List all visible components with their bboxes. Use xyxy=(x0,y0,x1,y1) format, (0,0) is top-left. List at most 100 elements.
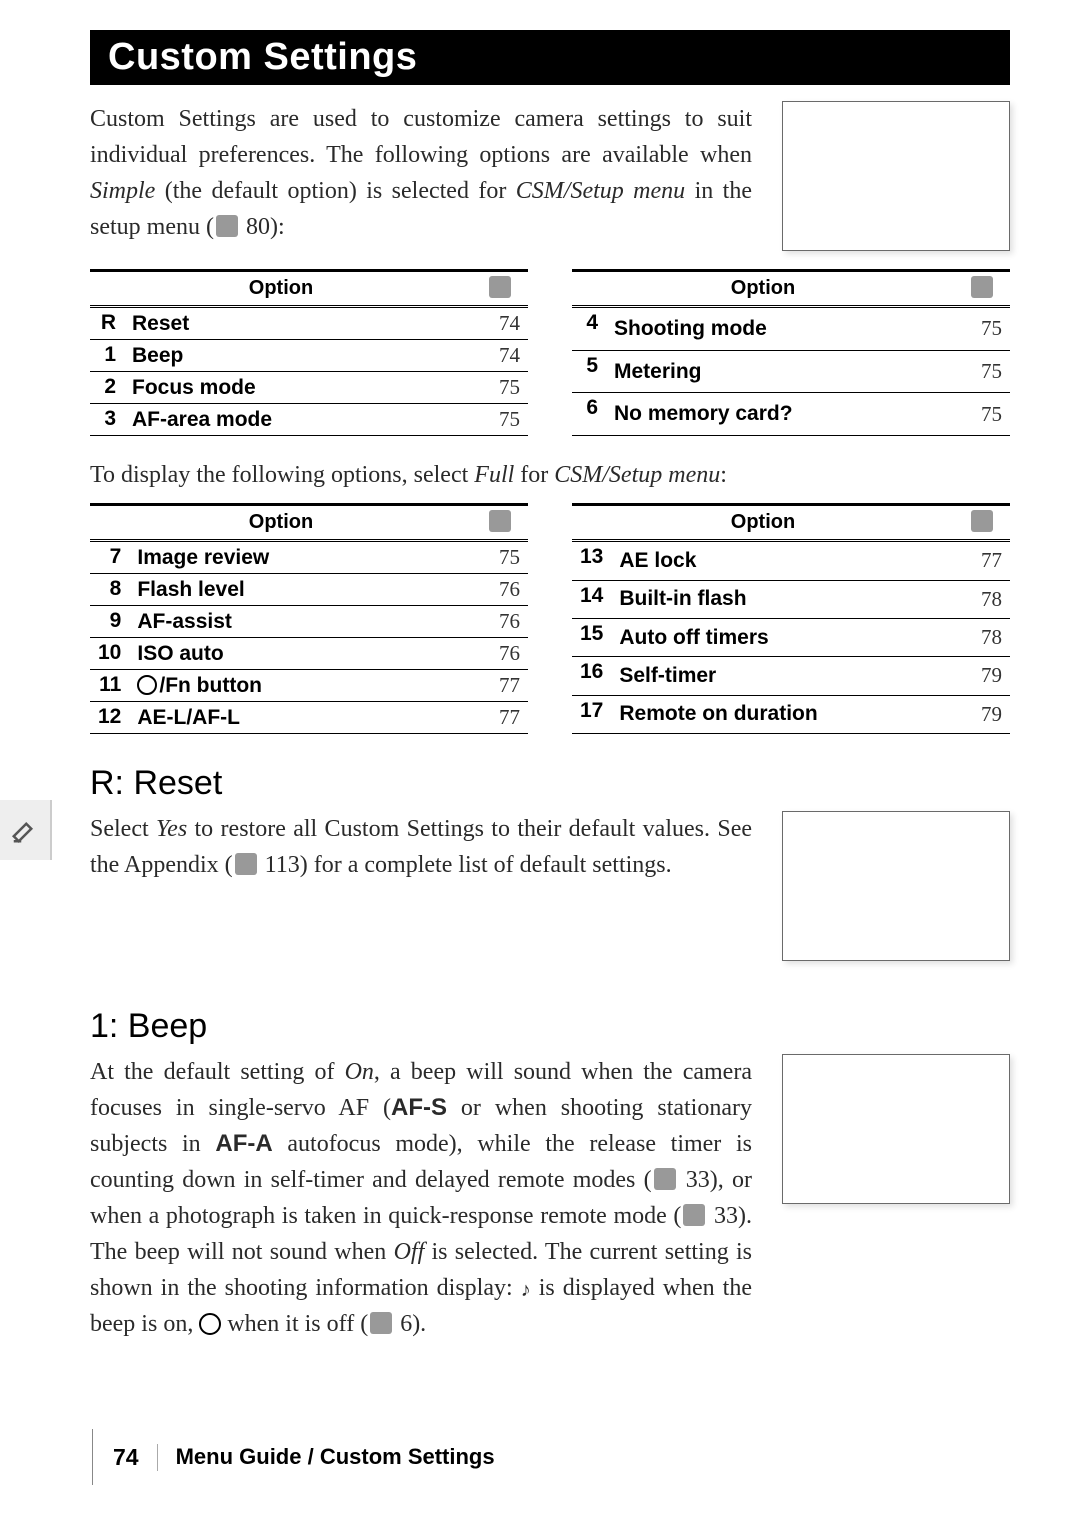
option-page: 75 xyxy=(954,350,1010,393)
option-label: Beep xyxy=(124,340,472,372)
col-header: Option xyxy=(90,505,472,541)
text: : xyxy=(720,462,727,488)
beep-on-icon: ♪ xyxy=(521,1275,531,1305)
table-row: 1Beep74 xyxy=(90,340,528,372)
table-row: 10ISO auto76 xyxy=(90,638,528,670)
option-page: 77 xyxy=(954,541,1010,581)
col-header: Option xyxy=(90,271,472,307)
option-number: 14 xyxy=(572,580,611,618)
option-label: Image review xyxy=(129,541,472,574)
text: 113) for a complete list of default sett… xyxy=(259,852,672,878)
option-number: 15 xyxy=(572,618,611,656)
option-label: Flash level xyxy=(129,574,472,606)
text: when it is off ( xyxy=(221,1311,368,1337)
col-header: Option xyxy=(572,271,954,307)
option-number: 7 xyxy=(90,541,129,574)
option-page: 75 xyxy=(954,393,1010,436)
option-number: 16 xyxy=(572,657,611,695)
option-page: 78 xyxy=(954,580,1010,618)
table-row: 15Auto off timers78 xyxy=(572,618,1010,656)
option-label: Auto off timers xyxy=(611,618,954,656)
section-heading-beep: 1: Beep xyxy=(90,1007,1010,1046)
col-header-icon xyxy=(954,271,1010,307)
col-header-icon xyxy=(472,505,528,541)
table-row: 5Metering75 xyxy=(572,350,1010,393)
text: To display the following options, select xyxy=(90,462,474,488)
text: (the default option) is selected for xyxy=(155,178,515,204)
intro-paragraph: Custom Settings are used to customize ca… xyxy=(90,101,752,245)
option-number: 9 xyxy=(90,606,129,638)
option-number: 17 xyxy=(572,695,611,733)
option-number: 8 xyxy=(90,574,129,606)
page-ref-icon xyxy=(370,1312,392,1334)
option-number: 1 xyxy=(90,340,124,372)
text-italic: CSM/Setup menu xyxy=(554,462,720,488)
text: Custom Settings are used to customize ca… xyxy=(90,106,752,168)
option-page: 76 xyxy=(472,638,528,670)
option-page: 76 xyxy=(472,606,528,638)
option-page: 75 xyxy=(472,372,528,404)
footer-breadcrumb: Menu Guide / Custom Settings xyxy=(176,1444,495,1470)
option-label: AE-L/AF-L xyxy=(129,702,472,734)
option-label: Metering xyxy=(606,350,954,393)
option-page: 74 xyxy=(472,340,528,372)
page-ref-icon xyxy=(235,853,257,875)
option-label: No memory card? xyxy=(606,393,954,436)
option-label: Focus mode xyxy=(124,372,472,404)
table-row: 4Shooting mode75 xyxy=(572,307,1010,351)
text-italic: CSM/Setup menu xyxy=(516,178,685,204)
option-label: /Fn button xyxy=(129,670,472,702)
option-page: 78 xyxy=(954,618,1010,656)
table-row: 17Remote on duration79 xyxy=(572,695,1010,733)
option-page: 75 xyxy=(472,404,528,436)
table-row: 8Flash level76 xyxy=(90,574,528,606)
option-page: 75 xyxy=(472,541,528,574)
page-ref-icon xyxy=(489,510,511,532)
page-ref-icon xyxy=(216,215,238,237)
text: for xyxy=(514,462,554,488)
table-row: 11/Fn button77 xyxy=(90,670,528,702)
option-page: 74 xyxy=(472,307,528,340)
table-row: 3AF-area mode75 xyxy=(90,404,528,436)
option-label: AF-assist xyxy=(129,606,472,638)
page-ref-icon xyxy=(971,510,993,532)
page-ref-icon xyxy=(683,1204,705,1226)
section-heading-reset: R: Reset xyxy=(90,764,1010,803)
option-label: Self-timer xyxy=(611,657,954,695)
option-page: 77 xyxy=(472,702,528,734)
option-table: Option 4Shooting mode755Metering756No me… xyxy=(572,269,1010,436)
text-italic: On xyxy=(345,1059,374,1085)
full-options-tables: Option 7Image review758Flash level769AF-… xyxy=(90,503,1010,734)
col-header-icon xyxy=(954,505,1010,541)
text-italic: Full xyxy=(474,462,514,488)
side-tab-pencil-icon xyxy=(0,800,52,860)
col-header: Option xyxy=(572,505,954,541)
table-row: 6No memory card?75 xyxy=(572,393,1010,436)
option-label: Remote on duration xyxy=(611,695,954,733)
page-ref-icon xyxy=(489,276,511,298)
table-row: 2Focus mode75 xyxy=(90,372,528,404)
reset-paragraph: Select Yes to restore all Custom Setting… xyxy=(90,811,752,883)
table-row: 13AE lock77 xyxy=(572,541,1010,581)
table-row: 12AE-L/AF-L77 xyxy=(90,702,528,734)
page-footer: 74 Menu Guide / Custom Settings xyxy=(92,1429,495,1485)
option-number: 2 xyxy=(90,372,124,404)
option-number: 3 xyxy=(90,404,124,436)
option-page: 79 xyxy=(954,657,1010,695)
text-bold: AF-A xyxy=(215,1130,272,1157)
text: At the default setting of xyxy=(90,1059,345,1085)
option-number: 13 xyxy=(572,541,611,581)
option-number: 6 xyxy=(572,393,606,436)
option-label: AF-area mode xyxy=(124,404,472,436)
table-row: 9AF-assist76 xyxy=(90,606,528,638)
mid-paragraph: To display the following options, select… xyxy=(90,462,1010,489)
beep-paragraph: At the default setting of On, a beep wil… xyxy=(90,1054,752,1342)
page-ref-icon xyxy=(654,1168,676,1190)
screenshot-thumb xyxy=(782,1054,1010,1204)
table-row: 16Self-timer79 xyxy=(572,657,1010,695)
page-title: Custom Settings xyxy=(90,30,1010,85)
option-page: 79 xyxy=(954,695,1010,733)
option-label: Reset xyxy=(124,307,472,340)
option-label: AE lock xyxy=(611,541,954,581)
option-label: Shooting mode xyxy=(606,307,954,351)
